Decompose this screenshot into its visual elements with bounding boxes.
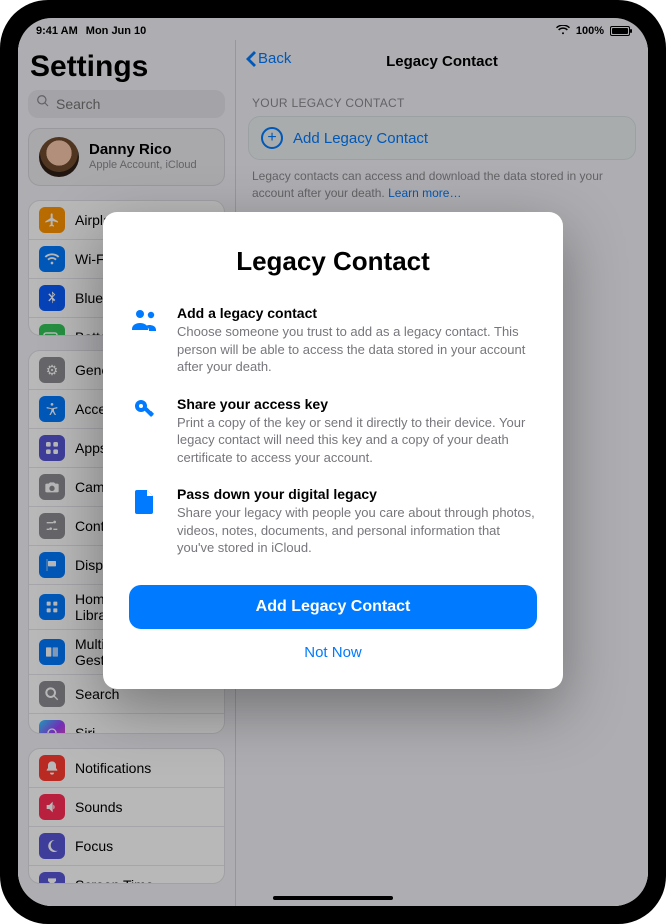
feature-body: Choose someone you trust to add as a leg…	[177, 323, 537, 376]
key-icon	[129, 396, 161, 424]
feature-title: Pass down your digital legacy	[177, 486, 537, 502]
legacy-contact-sheet: Legacy Contact Add a legacy contact Choo…	[103, 212, 563, 689]
feature-body: Print a copy of the key or send it direc…	[177, 414, 537, 467]
ipad-frame: 9:41 AM Mon Jun 10 100% Settings	[0, 0, 666, 924]
feature-share-key: Share your access key Print a copy of th…	[129, 396, 537, 467]
not-now-button[interactable]: Not Now	[129, 639, 537, 667]
feature-add-contact: Add a legacy contact Choose someone you …	[129, 305, 537, 376]
feature-digital-legacy: Pass down your digital legacy Share your…	[129, 486, 537, 557]
sheet-title: Legacy Contact	[129, 246, 537, 277]
document-icon	[129, 486, 161, 516]
feature-title: Share your access key	[177, 396, 537, 412]
feature-body: Share your legacy with people you care a…	[177, 504, 537, 557]
feature-title: Add a legacy contact	[177, 305, 537, 321]
screen: 9:41 AM Mon Jun 10 100% Settings	[18, 18, 648, 906]
add-legacy-contact-button[interactable]: Add Legacy Contact	[129, 585, 537, 629]
home-indicator[interactable]	[273, 896, 393, 900]
people-icon	[129, 305, 161, 331]
